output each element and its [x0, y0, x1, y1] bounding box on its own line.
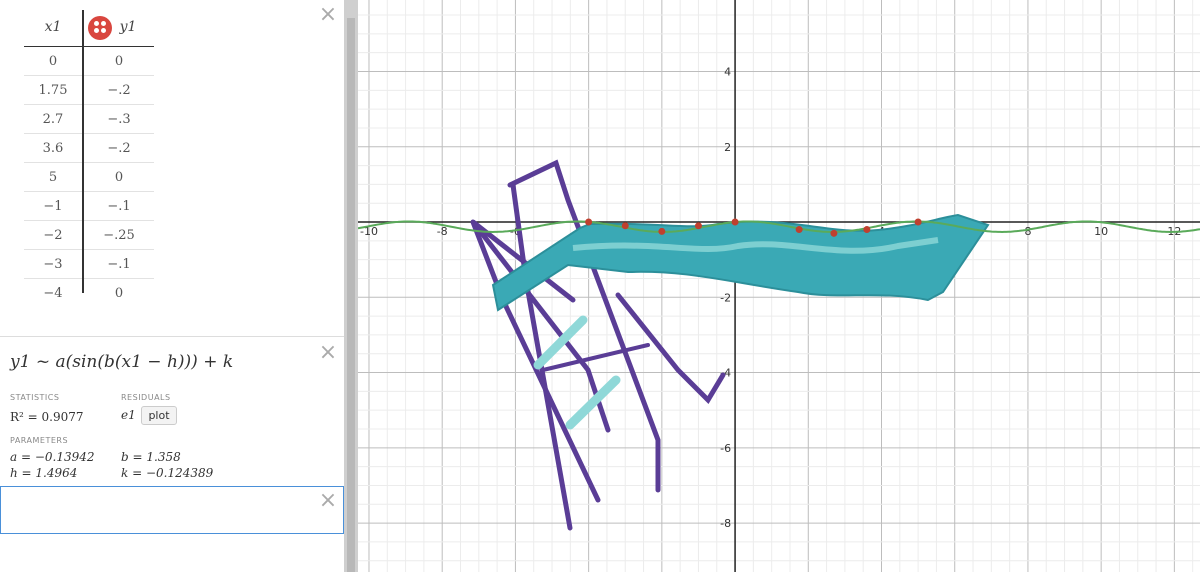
data-point[interactable]	[795, 226, 803, 234]
residuals-label: RESIDUALS	[121, 393, 171, 402]
parameters-label: PARAMETERS	[10, 436, 69, 445]
param-b: b = 1.358	[121, 450, 181, 464]
y1-cell[interactable]: −.2	[84, 76, 154, 104]
x1-cell[interactable]: 3.6	[24, 134, 82, 162]
x1-cell[interactable]: −1	[24, 192, 82, 220]
x1-cell[interactable]: −3	[24, 250, 82, 278]
y1-cell[interactable]: −.3	[84, 105, 154, 133]
close-expression-icon[interactable]: ×	[318, 490, 338, 512]
data-point[interactable]	[694, 222, 702, 230]
table-row[interactable]: −1 −.1	[24, 192, 154, 221]
table-row[interactable]: −3 −.1	[24, 250, 154, 279]
x1-cell[interactable]: 2.7	[24, 105, 82, 133]
table-row[interactable]: −4 0	[24, 279, 154, 307]
y1-column-header[interactable]: y1	[108, 8, 148, 46]
x-tick-label: -8	[437, 225, 448, 238]
table-divider	[82, 10, 84, 293]
data-point[interactable]	[914, 218, 922, 226]
x1-cell[interactable]: 1.75	[24, 76, 82, 104]
param-h: h = 1.4964	[10, 466, 78, 480]
table-row[interactable]: 3.6 −.2	[24, 134, 154, 163]
y-tick-label: 4	[724, 66, 731, 79]
x1-cell[interactable]: 0	[24, 47, 82, 75]
x1-cell[interactable]: 5	[24, 163, 82, 191]
table-row[interactable]: 1.75 −.2	[24, 76, 154, 105]
graph-paper[interactable]: -10-8-6-4-202468101242-2-4-6-8	[358, 0, 1200, 572]
data-point[interactable]	[658, 227, 666, 235]
x1-cell[interactable]: −4	[24, 279, 82, 307]
y1-cell[interactable]: −.1	[84, 250, 154, 278]
x-tick-label: 10	[1094, 225, 1108, 238]
plot-residuals-button[interactable]: plot	[141, 406, 177, 425]
data-table[interactable]: x1 y1 0 0 1.75 −.2 2.7 −.3 3.6 −.2 5 0 −1 −.1 −2 −.25…	[24, 8, 154, 307]
table-row[interactable]: −2 −.25	[24, 221, 154, 250]
data-point[interactable]	[621, 222, 629, 230]
y-tick-label: 2	[724, 141, 731, 154]
y-tick-label: -6	[720, 442, 731, 455]
y1-cell[interactable]: 0	[84, 163, 154, 191]
y-tick-label: -8	[720, 517, 731, 530]
x-tick-label: 8	[1024, 225, 1031, 238]
data-point[interactable]	[863, 226, 871, 234]
data-point[interactable]	[830, 229, 838, 237]
y1-cell[interactable]: −.1	[84, 192, 154, 220]
statistics-label: STATISTICS	[10, 393, 60, 402]
divider	[0, 336, 344, 337]
x1-column-header[interactable]: x1	[24, 8, 82, 46]
table-row[interactable]: 50	[24, 163, 154, 192]
table-row[interactable]: 2.7 −.3	[24, 105, 154, 134]
data-point[interactable]	[585, 218, 593, 226]
residual-variable: e1	[121, 408, 136, 422]
param-k: k = −0.124389	[121, 466, 214, 480]
point-style-icon[interactable]	[88, 16, 112, 40]
ladder-image	[470, 159, 726, 531]
r-squared-value: R² = 0.9077	[10, 410, 84, 424]
table-row[interactable]: 00	[24, 47, 154, 76]
param-a: a = −0.13942	[10, 450, 95, 464]
data-point[interactable]	[731, 218, 739, 226]
y1-cell[interactable]: −.25	[84, 221, 154, 249]
close-regression-icon[interactable]: ×	[318, 342, 338, 364]
regression-formula[interactable]: y1 ~ a(sin(b(x1 − h))) + k	[10, 352, 233, 372]
y1-cell[interactable]: 0	[84, 279, 154, 307]
close-table-icon[interactable]: ×	[318, 4, 338, 26]
y-tick-label: -2	[720, 291, 731, 304]
y1-cell[interactable]: 0	[84, 47, 154, 75]
y1-cell[interactable]: −.2	[84, 134, 154, 162]
scrollbar-thumb[interactable]	[347, 18, 355, 572]
expression-list: x1 y1 0 0 1.75 −.2 2.7 −.3 3.6 −.2 5 0 −1 −.1 −2 −.25…	[0, 0, 344, 572]
x1-cell[interactable]: −2	[24, 221, 82, 249]
new-expression-input[interactable]	[0, 486, 344, 534]
